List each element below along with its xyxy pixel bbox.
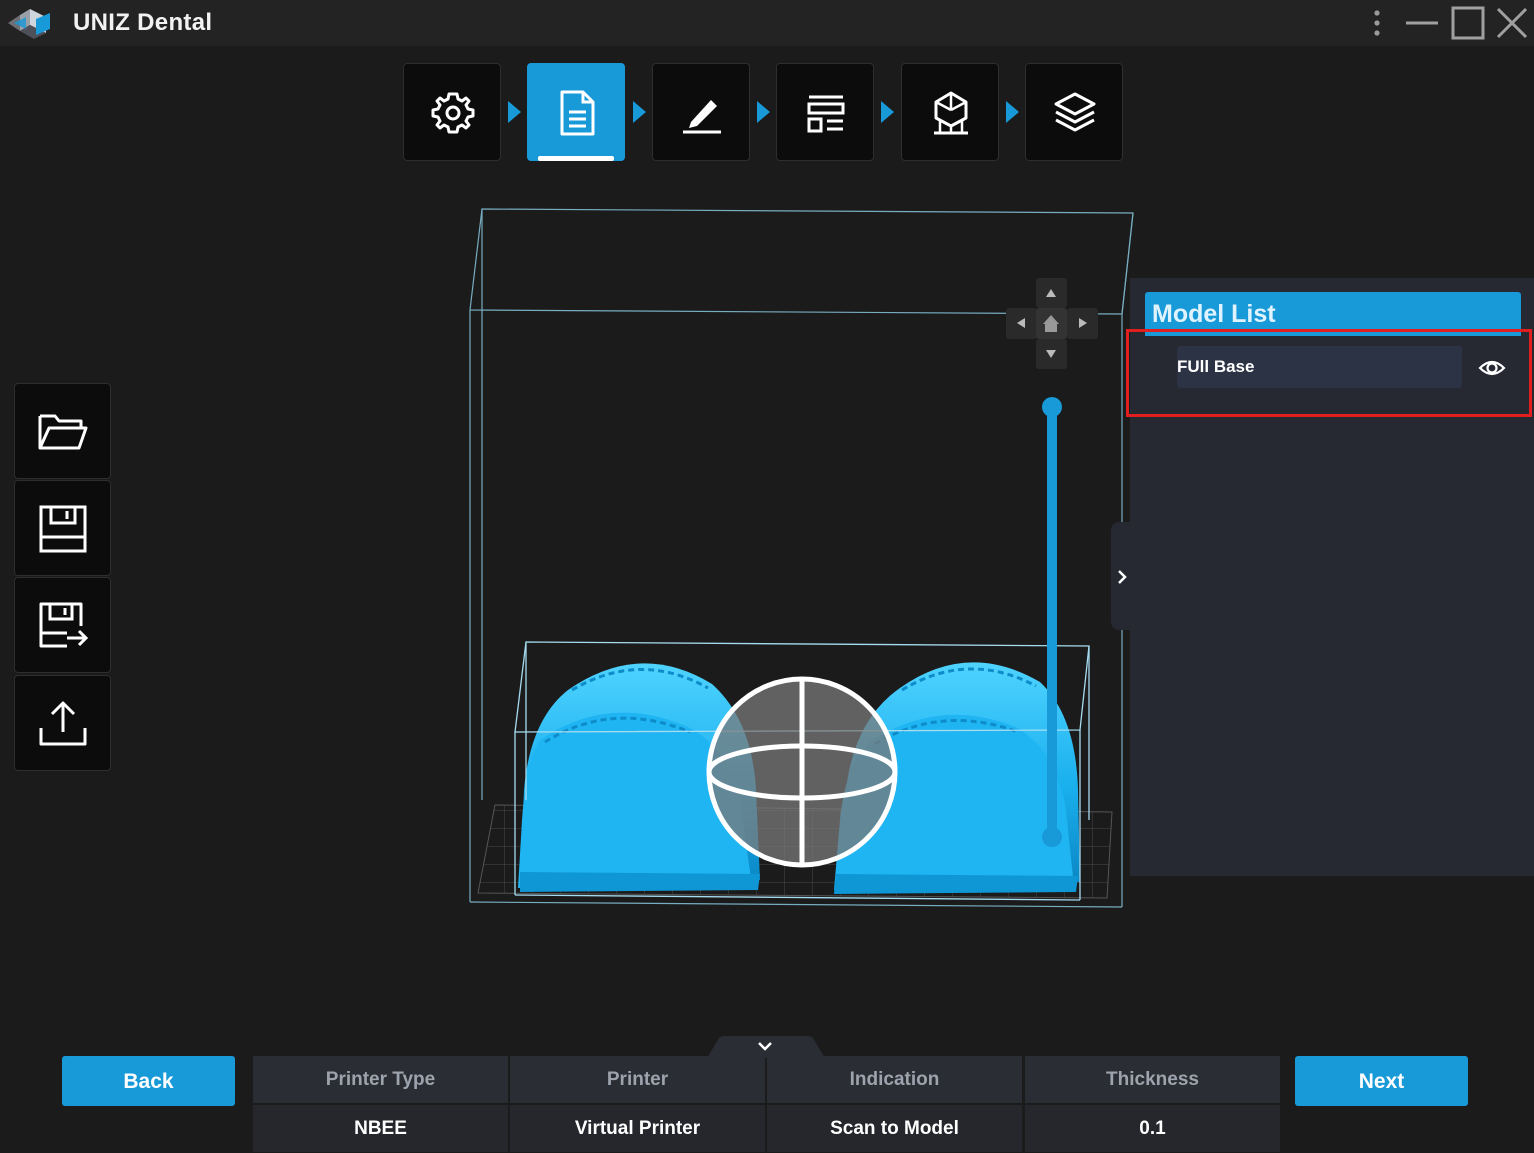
printer-header: Printer	[510, 1056, 765, 1103]
rotation-gizmo[interactable]	[706, 676, 898, 868]
step-arrow	[508, 101, 521, 123]
indication-value: Scan to Model	[767, 1105, 1022, 1152]
thickness-value: 0.1	[1025, 1105, 1280, 1152]
printer-type-header: Printer Type	[253, 1056, 508, 1103]
uniz-logo-icon	[6, 5, 54, 41]
document-icon	[560, 90, 595, 136]
layer-slider-top-handle	[1042, 397, 1062, 417]
layers-icon	[1054, 92, 1096, 132]
layout-icon	[807, 95, 845, 133]
model-list-title: Model List	[1152, 300, 1276, 328]
step-arrow	[1006, 101, 1019, 123]
save-icon	[39, 505, 87, 553]
open-folder-icon	[38, 414, 88, 450]
thickness-header: Thickness	[1025, 1056, 1280, 1103]
step-file[interactable]	[527, 63, 625, 161]
open-file-button[interactable]	[14, 383, 111, 479]
print-info-table: Printer Type NBEE Printer Virtual Printe…	[253, 1056, 1280, 1152]
app-title: UNIZ Dental	[73, 9, 213, 36]
highlight-annotation	[1126, 329, 1532, 417]
support-structure-icon	[934, 91, 968, 135]
save-button[interactable]	[14, 480, 111, 576]
maximize-icon[interactable]	[1450, 6, 1486, 40]
chevron-right-icon	[1118, 570, 1127, 584]
save-as-icon	[39, 602, 89, 648]
back-button[interactable]: Back	[62, 1056, 235, 1106]
close-icon[interactable]	[1495, 6, 1529, 40]
next-button[interactable]: Next	[1295, 1056, 1468, 1106]
panel-toggle-button[interactable]	[1111, 522, 1135, 630]
3d-viewport[interactable]	[460, 200, 1140, 920]
step-arrow	[633, 101, 646, 123]
view-navigation-pad[interactable]	[1006, 278, 1098, 369]
step-slice[interactable]	[1025, 63, 1123, 161]
title-bar	[0, 0, 1534, 46]
upload-icon	[39, 701, 87, 746]
step-arrow	[757, 101, 770, 123]
export-button[interactable]	[14, 675, 111, 771]
more-icon[interactable]	[1367, 6, 1387, 40]
bottom-collapse-toggle[interactable]	[707, 1036, 825, 1058]
step-layout[interactable]	[776, 63, 874, 161]
step-support[interactable]	[901, 63, 999, 161]
printer-value: Virtual Printer	[510, 1105, 765, 1152]
step-arrow	[881, 101, 894, 123]
step-settings[interactable]	[403, 63, 501, 161]
layer-slider-bottom-handle	[1042, 827, 1062, 847]
step-edit[interactable]	[652, 63, 750, 161]
save-as-button[interactable]	[14, 577, 111, 673]
indication-header: Indication	[767, 1056, 1022, 1103]
pen-icon	[683, 100, 721, 134]
gear-icon	[431, 92, 475, 134]
minimize-icon[interactable]	[1404, 6, 1440, 40]
printer-type-value: NBEE	[253, 1105, 508, 1152]
